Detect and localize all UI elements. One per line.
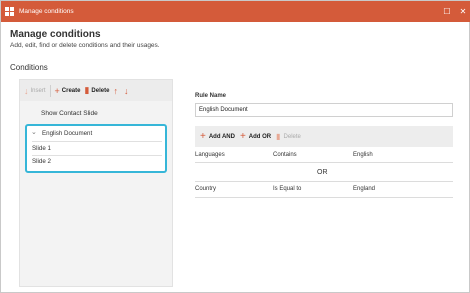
divider (195, 162, 453, 163)
move-down-button[interactable]: ↓ (124, 86, 131, 96)
toolbar-divider (49, 84, 51, 97)
arrow-down-icon: ↓ (24, 85, 29, 96)
add-and-label: Add AND (208, 133, 235, 140)
condition-operator: Contains (273, 152, 297, 158)
add-and-button[interactable]: + Add AND (200, 131, 235, 142)
rule-toolbar: + Add AND + Add OR ▮ Delete (195, 126, 453, 147)
insert-button[interactable]: ↓ Insert (24, 86, 46, 96)
condition-group-english-document[interactable]: ⌄ English Document Slide 1 Slide 2 (25, 124, 167, 173)
page-subtitle: Add, edit, find or delete conditions and… (10, 42, 160, 49)
group-child-slide-2[interactable]: Slide 2 (32, 158, 51, 165)
condition-operator: Is Equal to (273, 186, 302, 192)
plus-icon: + (200, 131, 206, 142)
condition-field: Country (195, 186, 217, 192)
or-separator: OR (317, 169, 328, 176)
delete-label: Delete (91, 87, 110, 94)
app-icon (5, 6, 15, 17)
close-button[interactable]: ✕ (455, 1, 470, 22)
delete-button[interactable]: ▮ Delete (84, 85, 109, 96)
arrow-down-icon: ↓ (123, 85, 129, 96)
plus-icon: + (239, 131, 246, 142)
divider (32, 141, 162, 142)
divider (195, 181, 453, 182)
condition-row[interactable]: Languages Contains English (195, 152, 453, 162)
condition-field: Languages (195, 152, 225, 158)
rule-delete-button[interactable]: ▮ Delete (276, 132, 301, 141)
conditions-toolbar: ↓ Insert + Create ▮ Delete ↑ ↓ (20, 80, 172, 101)
add-or-label: Add OR (248, 133, 272, 140)
condition-row[interactable]: Country Is Equal to England (195, 186, 453, 196)
manage-conditions-window: Manage conditions ☐ ✕ Manage conditions … (0, 0, 470, 293)
move-up-button[interactable]: ↑ (113, 86, 120, 96)
condition-value: English (353, 152, 373, 158)
trash-icon: ▮ (276, 132, 281, 141)
chevron-down-icon[interactable]: ⌄ (31, 128, 37, 136)
rule-name-label: Rule Name (195, 93, 227, 99)
condition-item-show-contact-slide[interactable]: Show Contact Slide (41, 110, 98, 117)
divider (32, 155, 162, 156)
add-or-button[interactable]: + Add OR (240, 131, 271, 142)
create-button[interactable]: + Create (55, 86, 81, 96)
group-child-slide-1[interactable]: Slide 1 (32, 145, 51, 152)
insert-label: Insert (30, 87, 46, 94)
condition-value: England (353, 186, 376, 192)
create-label: Create (61, 87, 81, 94)
group-label: English Document (42, 130, 93, 137)
title-bar: Manage conditions ☐ ✕ (1, 1, 470, 22)
restore-button[interactable]: ☐ (439, 1, 455, 22)
conditions-panel: ↓ Insert + Create ▮ Delete ↑ ↓ Show Cont… (19, 79, 173, 287)
rule-name-input[interactable]: English Document (195, 103, 453, 117)
divider (195, 197, 453, 198)
plus-icon: + (54, 85, 60, 96)
trash-icon: ▮ (84, 85, 90, 95)
window-title: Manage conditions (19, 8, 74, 15)
arrow-up-icon: ↑ (113, 85, 118, 96)
rule-delete-label: Delete (283, 133, 301, 140)
page-title: Manage conditions (10, 29, 101, 40)
conditions-section-title: Conditions (10, 63, 48, 72)
